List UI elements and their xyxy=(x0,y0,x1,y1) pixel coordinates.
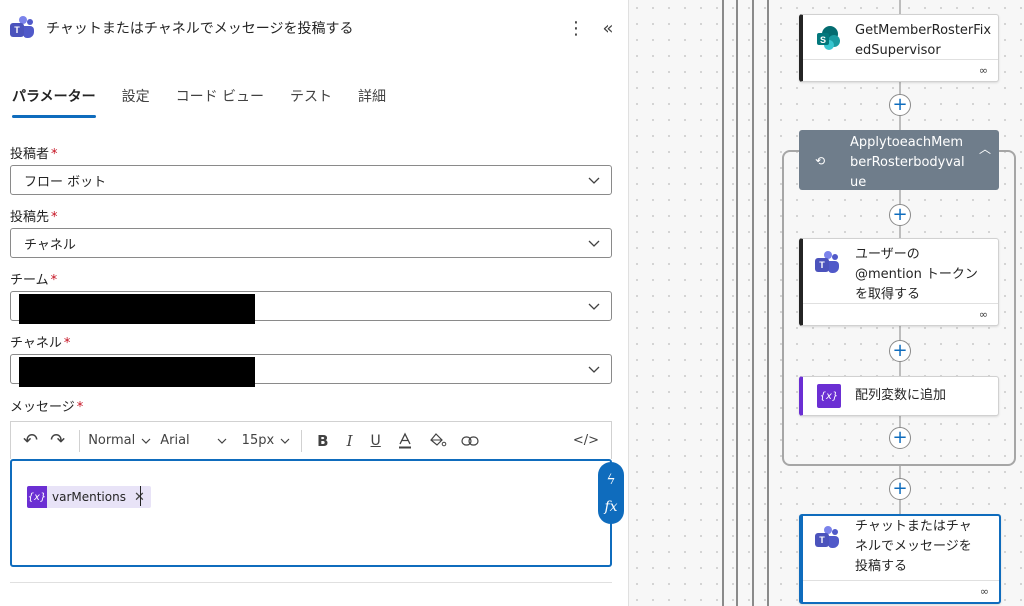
italic-button[interactable]: I xyxy=(347,432,353,450)
post-in-value: チャネル xyxy=(24,237,76,253)
message-editor[interactable]: {x} varMentions ✕ xyxy=(10,459,612,567)
tab-code-view[interactable]: コード ビュー xyxy=(176,84,264,118)
font-color-icon[interactable] xyxy=(397,432,413,450)
step-title: ApplytoeachMem berRosterbodyval ue xyxy=(850,135,965,190)
tab-details[interactable]: 詳細 xyxy=(358,84,386,118)
panel-header: T チャットまたはチャネルでメッセージを投稿する ⋮ « xyxy=(10,14,620,42)
tab-bar: パラメーター 設定 コード ビュー テスト 詳細 xyxy=(12,84,412,118)
add-step-button[interactable]: + xyxy=(889,340,911,362)
flow-step-append-to-array[interactable]: {x} 配列変数に追加 xyxy=(799,376,999,416)
expression-icon[interactable]: fx xyxy=(604,499,617,515)
chevron-down-icon xyxy=(588,177,600,184)
step-title: 配列変数に追加 xyxy=(855,388,947,403)
link-icon[interactable]: ∞ xyxy=(979,308,988,321)
add-step-button[interactable]: + xyxy=(889,478,911,500)
post-in-dropdown[interactable]: チャネル xyxy=(10,228,612,258)
poster-label: 投稿者 * xyxy=(10,147,58,162)
chevron-down-icon xyxy=(588,240,600,247)
add-step-button[interactable]: + xyxy=(889,94,911,116)
dynamic-content-pill: ϟ fx xyxy=(598,462,624,524)
token-label: varMentions xyxy=(52,490,126,504)
loop-icon: ⟲ xyxy=(815,154,826,168)
font-size-select[interactable]: 15px xyxy=(242,433,292,448)
add-step-button[interactable]: + xyxy=(889,204,911,226)
more-options-icon[interactable]: ⋮ xyxy=(564,18,588,39)
flow-step-post-message[interactable]: T チャットまたはチャ ネルでメッセージを 投稿する ∞ xyxy=(799,514,1001,604)
chevron-down-icon xyxy=(217,438,227,444)
chevron-up-icon[interactable]: ︿ xyxy=(979,140,991,157)
chevron-down-icon xyxy=(588,303,600,310)
poster-value: フロー ボット xyxy=(24,174,107,190)
canvas-divider xyxy=(722,0,724,606)
underline-button[interactable]: U xyxy=(371,433,381,449)
step-title: GetMemberRosterFix edSupervisor xyxy=(855,23,992,58)
redo-icon[interactable]: ↷ xyxy=(50,430,65,451)
add-step-button[interactable]: + xyxy=(889,427,911,449)
chevron-down-icon xyxy=(280,438,290,444)
highlight-color-icon[interactable] xyxy=(429,432,447,449)
flow-step-apply-to-each[interactable]: ⟲ ApplytoeachMem berRosterbodyval ue ︿ xyxy=(799,130,999,190)
parameters-panel: T チャットまたはチャネルでメッセージを投稿する ⋮ « パラメーター 設定 コ… xyxy=(0,0,628,606)
message-label: メッセージ * xyxy=(10,400,84,415)
step-title: チャットまたはチャ ネルでメッセージを 投稿する xyxy=(855,519,972,574)
channel-dropdown[interactable] xyxy=(10,354,612,387)
poster-dropdown[interactable]: フロー ボット xyxy=(10,165,612,195)
teams-icon: T xyxy=(815,251,841,277)
code-view-button[interactable]: </> xyxy=(573,433,599,448)
variable-icon: {x} xyxy=(817,384,841,408)
divider xyxy=(10,582,612,583)
tab-parameters[interactable]: パラメーター xyxy=(12,84,96,118)
post-in-label: 投稿先 * xyxy=(10,210,58,225)
tab-test[interactable]: テスト xyxy=(290,84,332,118)
teams-icon: T xyxy=(10,16,34,40)
connector xyxy=(899,0,901,14)
team-dropdown[interactable] xyxy=(10,291,612,324)
panel-title: チャットまたはチャネルでメッセージを投稿する xyxy=(46,21,354,37)
text-caret xyxy=(140,486,141,506)
redacted-block xyxy=(19,294,255,324)
sharepoint-icon: S xyxy=(817,26,840,50)
team-label: チーム * xyxy=(10,273,58,288)
bold-button[interactable]: B xyxy=(317,432,328,450)
variable-icon: {x} xyxy=(27,486,47,508)
flow-step-get-member-roster[interactable]: S GetMemberRosterFix edSupervisor ∞ xyxy=(799,14,999,82)
variable-token[interactable]: {x} varMentions ✕ xyxy=(27,486,151,508)
svg-text:S: S xyxy=(820,35,826,45)
redacted-block xyxy=(19,357,255,387)
teams-icon: T xyxy=(815,526,841,552)
lightning-icon[interactable]: ϟ xyxy=(606,472,615,488)
flow-step-get-mention-token[interactable]: T ユーザーの @mention トークン を取得する ∞ xyxy=(799,238,999,326)
link-icon[interactable]: ∞ xyxy=(980,585,989,598)
link-icon[interactable] xyxy=(461,435,479,447)
paragraph-style-select[interactable]: Normal xyxy=(88,433,152,448)
channel-label: チャネル * xyxy=(10,336,71,351)
font-family-select[interactable]: Arial xyxy=(160,433,227,448)
rich-text-toolbar: ↶ ↷ Normal Arial 15px B I U </> xyxy=(10,421,612,459)
step-title: ユーザーの @mention トークン を取得する xyxy=(855,247,978,302)
canvas-divider xyxy=(752,0,754,606)
collapse-panel-icon[interactable]: « xyxy=(596,18,620,39)
chevron-down-icon xyxy=(141,438,151,444)
tab-settings[interactable]: 設定 xyxy=(122,84,150,118)
undo-icon[interactable]: ↶ xyxy=(23,430,38,451)
link-icon[interactable]: ∞ xyxy=(979,64,988,77)
canvas-divider xyxy=(767,0,769,606)
canvas-divider xyxy=(736,0,738,606)
chevron-down-icon xyxy=(588,366,600,373)
